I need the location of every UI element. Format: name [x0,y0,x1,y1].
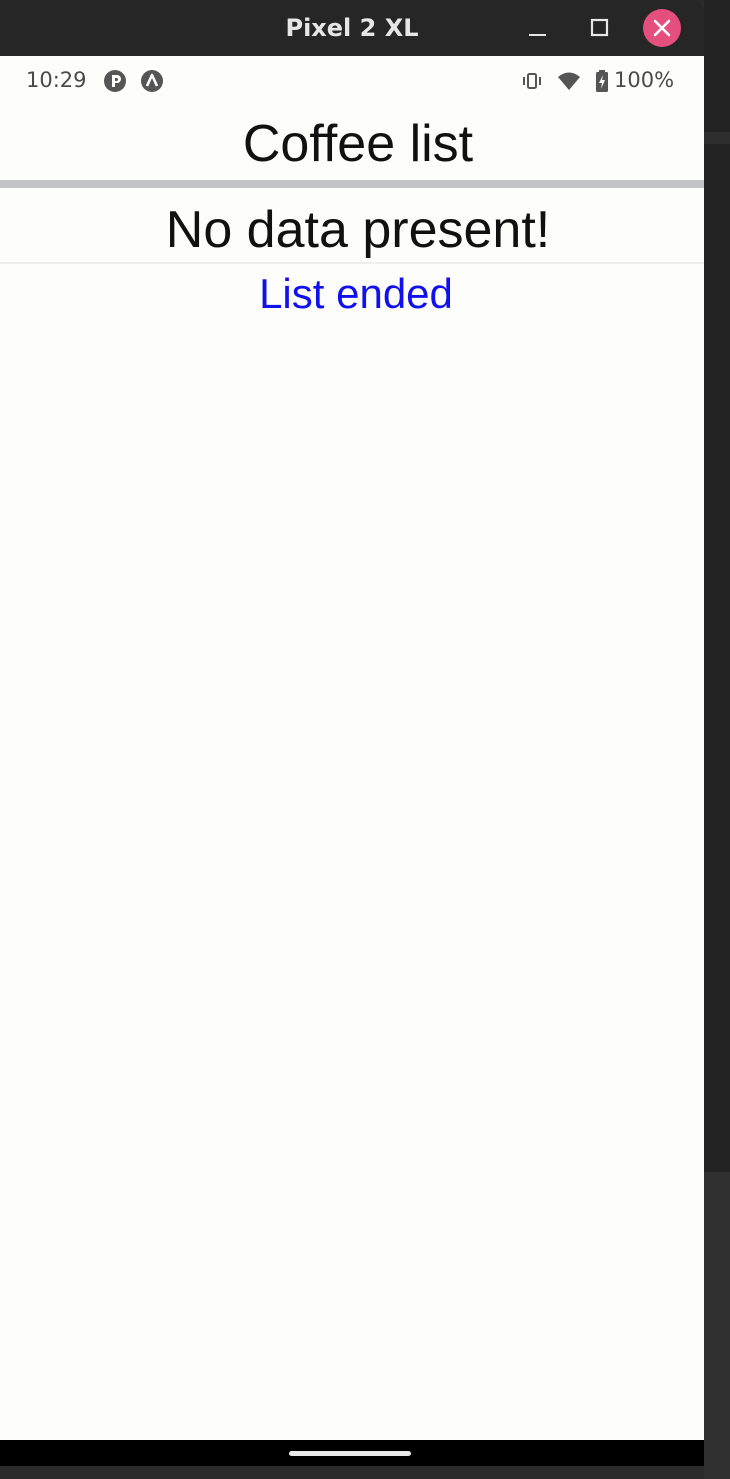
empty-state-message: No data present! [165,201,551,259]
android-notification-icon [141,70,163,92]
wifi-icon [558,72,580,90]
device-screen: 10:29 100% Coffee list No data present! … [0,56,704,1440]
minimize-icon [529,34,546,36]
battery-percentage: 100% [614,68,675,92]
vibrate-icon [523,73,541,89]
minimize-button[interactable] [517,8,557,48]
desktop-background-band [704,132,730,144]
list-divider [0,262,704,264]
maximize-button[interactable] [580,8,620,48]
window-titlebar[interactable]: Pixel 2 XL [0,0,704,56]
emulator-window: Pixel 2 XL 10:29 100% Coffee list No dat… [0,0,704,1466]
desktop-background-lower [704,1172,730,1479]
battery-icon [596,70,608,92]
status-time: 10:29 [26,68,87,92]
list-footer-text: List ended [259,270,453,317]
home-gesture-handle[interactable] [289,1451,411,1456]
page-title: Coffee list [242,115,474,173]
app-notification-icon [104,70,126,92]
close-icon [643,9,681,47]
header-divider [0,180,704,188]
close-button[interactable] [642,8,682,48]
status-bar: 10:29 100% [0,56,704,106]
maximize-icon [590,18,609,37]
navigation-bar [0,1440,704,1466]
